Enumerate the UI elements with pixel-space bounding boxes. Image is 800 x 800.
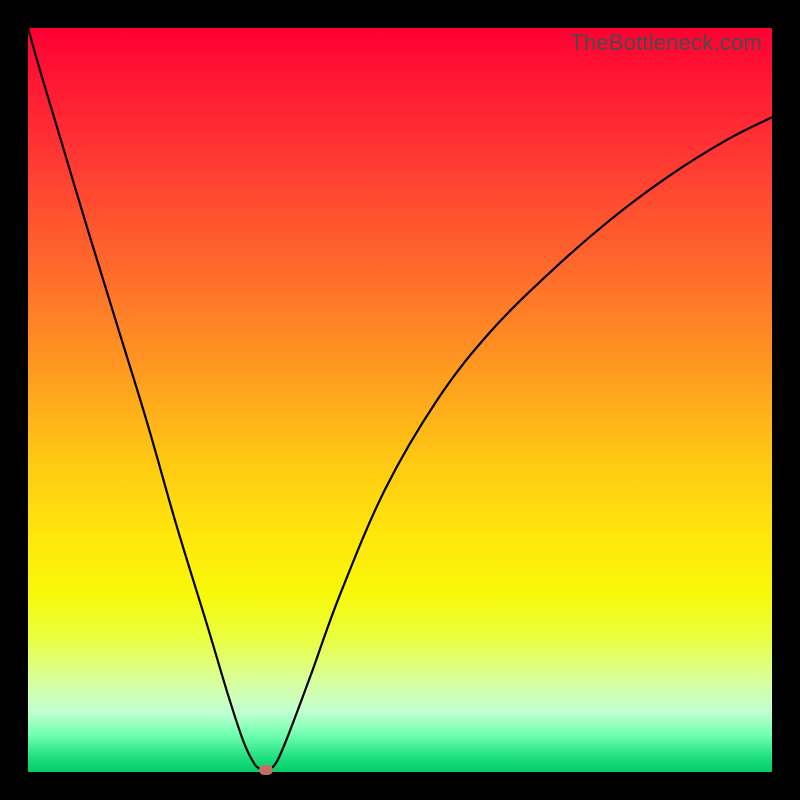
bottleneck-curve (28, 28, 772, 772)
minimum-marker (259, 765, 273, 775)
chart-frame: TheBottleneck.com (0, 0, 800, 800)
plot-area: TheBottleneck.com (28, 28, 772, 772)
